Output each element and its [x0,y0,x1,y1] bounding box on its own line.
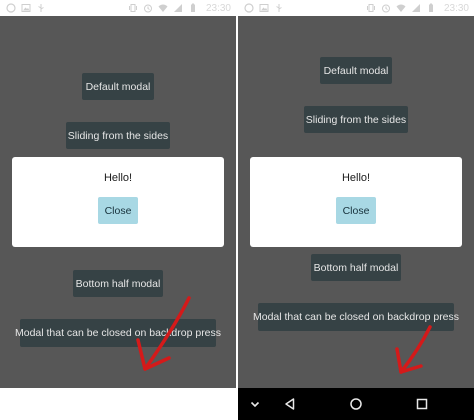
backdrop-modal-button[interactable]: Modal that can be closed on backdrop pre… [15,319,221,347]
battery-icon [188,3,199,14]
phone-screen-right: 23:30 Default modal Sliding from the sid… [238,0,474,420]
bottom-half-modal-button[interactable]: Bottom half modal [73,270,163,297]
status-time: 23:30 [443,2,469,14]
wifi-icon [158,3,169,14]
sliding-modal-button[interactable]: Sliding from the sides [66,122,170,149]
signal-icon [411,3,422,14]
recents-icon[interactable] [408,388,436,420]
home-icon[interactable] [342,388,370,420]
phone-screen-left: 23:30 Default modal Sliding from the sid… [0,0,236,420]
usb-icon [35,3,46,14]
image-icon [20,3,31,14]
sliding-modal-button[interactable]: Sliding from the sides [304,106,408,133]
battery-icon [426,3,437,14]
close-button[interactable]: Close [98,197,138,224]
modal-title: Hello! [103,172,133,184]
default-modal-button[interactable]: Default modal [320,57,392,84]
status-bar: 23:30 [238,0,474,16]
default-modal-button[interactable]: Default modal [82,73,154,100]
modal-dialog: Hello! Close [250,157,462,247]
status-time: 23:30 [205,2,231,14]
alarm-icon [381,3,392,14]
status-bar: 23:30 [0,0,236,16]
alarm-icon [143,3,154,14]
whatsapp-icon [243,3,254,14]
modal-title: Hello! [341,172,371,184]
usb-icon [273,3,284,14]
vibrate-icon [128,3,139,14]
close-button[interactable]: Close [336,197,376,224]
backdrop-modal-button[interactable]: Modal that can be closed on backdrop pre… [253,303,459,331]
vibrate-icon [366,3,377,14]
chevron-down-icon[interactable] [241,388,269,420]
bottom-half-modal-button[interactable]: Bottom half modal [311,254,401,281]
image-icon [258,3,269,14]
modal-dialog: Hello! Close [12,157,224,247]
whatsapp-icon [5,3,16,14]
back-icon[interactable] [276,388,304,420]
wifi-icon [396,3,407,14]
signal-icon [173,3,184,14]
navigation-bar [238,388,474,420]
